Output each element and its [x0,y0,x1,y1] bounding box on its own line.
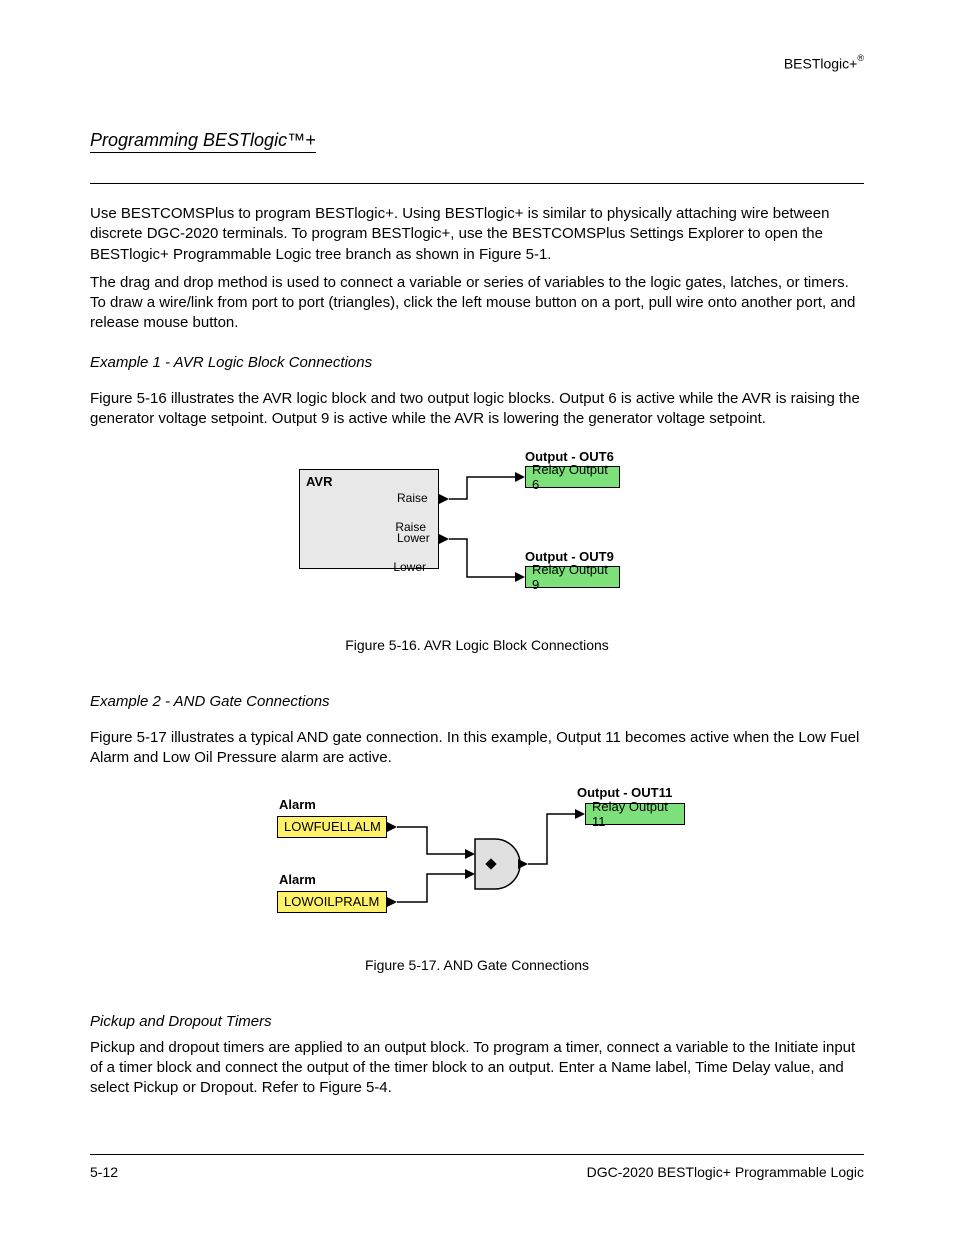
out11-block: Relay Output 11 [585,803,685,825]
out6-block: Relay Output 6 [525,466,620,488]
example-1-text: Figure 5-16 illustrates the AVR logic bl… [90,389,864,430]
figure-1-diagram: AVR Raise Lower Raise Lower Output - OUT… [297,439,657,629]
figure-2-caption: Figure 5-17. AND Gate Connections [90,957,864,973]
footer-right-text: DGC-2020 BESTlogic+ Programmable Logic [587,1164,864,1180]
figure-1-caption: Figure 5-16. AVR Logic Block Connections [90,637,864,653]
alarm1-label: Alarm [279,797,316,812]
avr-port-lower-label: Lower [393,560,426,574]
example-2-text: Figure 5-17 illustrates a typical AND ga… [90,728,864,769]
avr-block: AVR Raise Lower [299,469,439,569]
intro-paragraph-2: The drag and drop method is used to conn… [90,273,864,334]
out11-label: Output - OUT11 [577,785,672,800]
example-1-title: Example 1 - AVR Logic Block Connections [90,354,864,371]
header-logic-label: BESTlogic+® [784,55,864,72]
section-rule [90,183,864,184]
avr-block-label: AVR [306,474,332,489]
registered-mark: ® [857,53,864,63]
pickup-subheading: Pickup and Dropout Timers [90,1013,864,1030]
out9-block: Relay Output 9 [525,566,620,588]
out6-text: Relay Output 6 [532,462,613,492]
alarm2-block: LOWOILPRALM [277,891,387,913]
avr-lower-text: Lower [397,531,430,545]
out9-text: Relay Output 9 [532,562,613,592]
alarm1-text: LOWFUELLALM [284,819,381,834]
example-2-title: Example 2 - AND Gate Connections [90,693,864,710]
avr-raise-text: Raise [397,491,428,505]
out11-text: Relay Output 11 [592,799,678,829]
figure-2-diagram: Alarm LOWFUELLALM Alarm LOWOILPRALM Outp… [277,779,677,949]
alarm2-label: Alarm [279,872,316,887]
footer-page-number: 5-12 [90,1164,118,1180]
header-logic-text: BESTlogic+ [784,56,858,72]
pickup-paragraph: Pickup and dropout timers are applied to… [90,1038,864,1099]
page-container: BESTlogic+® Programming BESTlogic™+ Use … [0,0,954,1235]
alarm1-block: LOWFUELLALM [277,816,387,838]
intro-paragraph-1: Use BESTCOMSPlus to program BESTlogic+. … [90,204,864,265]
section-heading: Programming BESTlogic™+ [90,130,316,153]
footer-rule [90,1154,864,1155]
alarm2-text: LOWOILPRALM [284,894,379,909]
